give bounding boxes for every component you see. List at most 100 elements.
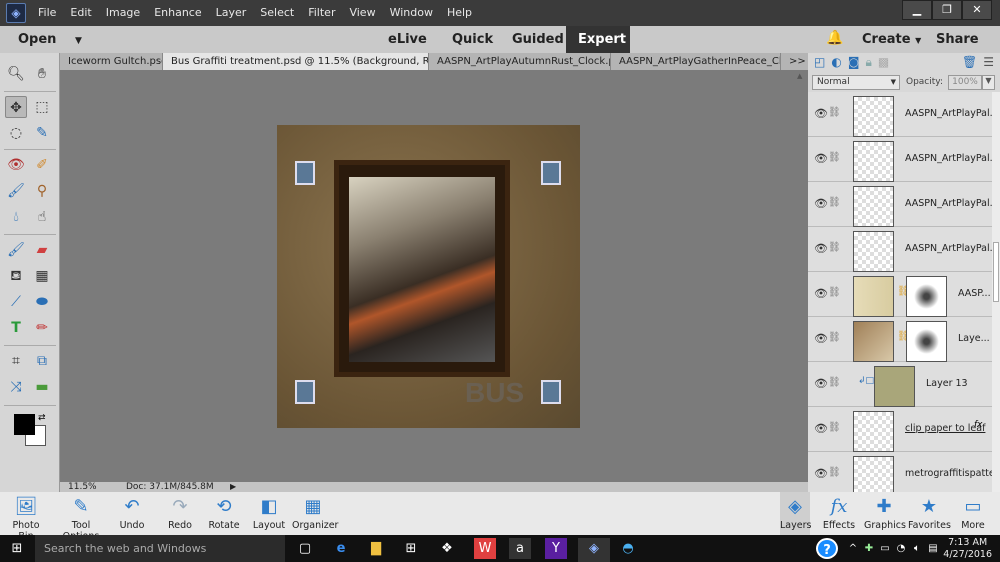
- menu-file[interactable]: File: [38, 6, 56, 19]
- link-icon[interactable]: ⛓︎: [828, 152, 841, 163]
- layer-mask-thumbnail[interactable]: [906, 276, 947, 317]
- quick-selection-tool-icon[interactable]: ✎: [31, 122, 53, 144]
- layer-row[interactable]: 👁︎ ⛓︎ AASPN_ArtPlayPal...: [808, 182, 992, 227]
- type-tool-icon[interactable]: T: [5, 317, 27, 339]
- zoom-tool-icon[interactable]: 🔍︎: [5, 63, 27, 85]
- marquee-tool-icon[interactable]: ⬚: [31, 96, 53, 118]
- link-icon[interactable]: ⛓︎: [828, 422, 841, 433]
- menu-help[interactable]: Help: [447, 6, 472, 19]
- smart-brush-tool-icon[interactable]: 🖌︎: [5, 180, 27, 202]
- effects-button[interactable]: fx Effects: [822, 492, 856, 535]
- eye-icon[interactable]: 👁︎: [814, 377, 828, 390]
- tab-guided[interactable]: Guided: [500, 26, 576, 53]
- amazon-icon[interactable]: a: [509, 538, 531, 559]
- photoshop-elements-taskbar-icon[interactable]: ◈: [578, 538, 610, 562]
- menu-filter[interactable]: Filter: [308, 6, 335, 19]
- foreground-color[interactable]: [14, 414, 35, 435]
- link-icon[interactable]: ⛓︎: [828, 332, 841, 343]
- file-explorer-icon[interactable]: ▇: [365, 538, 387, 559]
- menu-select[interactable]: Select: [260, 6, 294, 19]
- tab-elive[interactable]: eLive: [376, 26, 439, 53]
- zoom-level[interactable]: 11.5%: [68, 482, 97, 492]
- tab-doc[interactable]: AASPN_ArtPlayGatherInPeace_ClockFa: [611, 53, 781, 70]
- layer-row[interactable]: 👁︎ ⛓︎ ⛓︎ AASP...: [808, 272, 992, 317]
- eye-icon[interactable]: 👁︎: [814, 422, 828, 435]
- minimize-button[interactable]: ▁: [902, 0, 932, 20]
- redo-button[interactable]: ↷ Redo: [164, 492, 196, 535]
- layer-mask-thumbnail[interactable]: [906, 321, 947, 362]
- layer-thumbnail[interactable]: [853, 141, 894, 182]
- layers-button[interactable]: ◈ Layers: [780, 492, 811, 535]
- layer-row[interactable]: 👁︎ ⛓︎ AASPN_ArtPlayPal...: [808, 92, 992, 137]
- lock-transparency-icon[interactable]: ▩: [878, 55, 889, 70]
- layer-name[interactable]: AASPN_ArtPlayPal...: [905, 108, 992, 119]
- layer-thumbnail[interactable]: [853, 96, 894, 137]
- help-icon[interactable]: ?: [816, 538, 838, 559]
- hand-tool-icon[interactable]: ✋︎: [31, 63, 53, 85]
- layer-thumbnail[interactable]: [853, 231, 894, 272]
- menu-enhance[interactable]: Enhance: [154, 6, 201, 19]
- favorites-button[interactable]: ★ Favorites: [908, 492, 951, 535]
- blend-mode-select[interactable]: Normal ▼: [812, 75, 900, 90]
- create-button[interactable]: Create ▼: [850, 26, 933, 53]
- open-button[interactable]: Open ▼: [6, 26, 94, 53]
- layer-thumbnail[interactable]: [853, 321, 894, 362]
- tab-doc[interactable]: Iceworm Gultch.psd×: [60, 53, 163, 70]
- layer-name[interactable]: AASPN_ArtPlayPal...: [905, 198, 992, 209]
- tool-options-button[interactable]: ✎Tool Options: [52, 492, 110, 542]
- more-button[interactable]: ▭ More: [958, 492, 988, 535]
- crop-tool-icon[interactable]: ⌗: [5, 350, 27, 372]
- menu-view[interactable]: View: [349, 6, 375, 19]
- layer-name[interactable]: metrograffitispatter: [905, 468, 992, 479]
- swap-colors-icon[interactable]: ⇄: [38, 413, 46, 423]
- share-button[interactable]: Share ▼: [924, 26, 1000, 72]
- red-eye-tool-icon[interactable]: 👁︎: [5, 154, 27, 176]
- link-icon[interactable]: ⛓︎: [828, 107, 841, 118]
- content-aware-move-tool-icon[interactable]: ⤨: [5, 376, 27, 398]
- restore-button[interactable]: ❐: [932, 0, 962, 20]
- layer-thumbnail[interactable]: [874, 366, 915, 407]
- layer-name[interactable]: AASPN_ArtPlayPal...: [905, 243, 992, 254]
- eraser-tool-icon[interactable]: ▰: [31, 239, 53, 261]
- eye-icon[interactable]: 👁︎: [814, 287, 828, 300]
- eyedropper-tool-icon[interactable]: ⟋: [5, 291, 27, 313]
- layer-row[interactable]: 👁︎ ⛓︎ AASPN_ArtPlayPal...: [808, 227, 992, 272]
- task-view-icon[interactable]: ▢: [294, 538, 316, 559]
- pencil-tool-icon[interactable]: ✏︎: [31, 317, 53, 339]
- layer-name[interactable]: Layer 13: [926, 378, 968, 389]
- photo-bin-button[interactable]: 🖼︎Photo Bin: [4, 492, 48, 542]
- layer-thumbnail[interactable]: [853, 456, 894, 492]
- tab-quick[interactable]: Quick: [440, 26, 505, 53]
- eye-icon[interactable]: 👁︎: [814, 197, 828, 210]
- eye-icon[interactable]: 👁︎: [814, 332, 828, 345]
- move-tool-icon[interactable]: ✥: [5, 96, 27, 118]
- blur-tool-icon[interactable]: 💧︎: [5, 206, 27, 228]
- tabs-overflow-button[interactable]: >>: [781, 53, 808, 70]
- menu-layer[interactable]: Layer: [216, 6, 247, 19]
- link-icon[interactable]: ⛓︎: [828, 287, 841, 298]
- paint-bucket-tool-icon[interactable]: ⛾: [5, 265, 27, 287]
- undo-button[interactable]: ↶ Undo: [116, 492, 148, 535]
- dropbox-icon[interactable]: ❖: [436, 538, 458, 559]
- graphics-button[interactable]: ✚ Graphics: [864, 492, 906, 535]
- app-taskbar-icon[interactable]: ◓: [617, 538, 639, 559]
- lasso-tool-icon[interactable]: ◌: [5, 122, 27, 144]
- layer-thumbnail[interactable]: [853, 186, 894, 227]
- opacity-dropdown[interactable]: ▼: [982, 75, 995, 90]
- ellipse-tool-icon[interactable]: ⬬: [31, 291, 53, 313]
- rotate-button[interactable]: ⟲ Rotate: [206, 492, 242, 535]
- menu-edit[interactable]: Edit: [70, 6, 91, 19]
- action-center-icon[interactable]: ▤: [922, 538, 944, 559]
- delete-layer-icon[interactable]: 🗑︎: [962, 55, 977, 70]
- layer-row[interactable]: 👁︎ ⛓︎ clip paper to leaf fx: [808, 407, 992, 452]
- layer-row[interactable]: 👁︎ ⛓︎ AASPN_ArtPlayPal...: [808, 137, 992, 182]
- document-artwork[interactable]: BUS: [277, 125, 580, 428]
- menu-window[interactable]: Window: [390, 6, 433, 19]
- clone-stamp-tool-icon[interactable]: ⚲: [31, 180, 53, 202]
- new-layer-icon[interactable]: ◰: [814, 55, 825, 70]
- gradient-tool-icon[interactable]: ▦: [31, 265, 53, 287]
- adjustment-layer-icon[interactable]: ◐: [831, 55, 841, 70]
- brush-tool-icon[interactable]: 🖌︎: [5, 239, 27, 261]
- tab-doc[interactable]: AASPN_ArtPlayAutumnRust_Clock.png×: [429, 53, 611, 70]
- spot-healing-tool-icon[interactable]: ✐: [31, 154, 53, 176]
